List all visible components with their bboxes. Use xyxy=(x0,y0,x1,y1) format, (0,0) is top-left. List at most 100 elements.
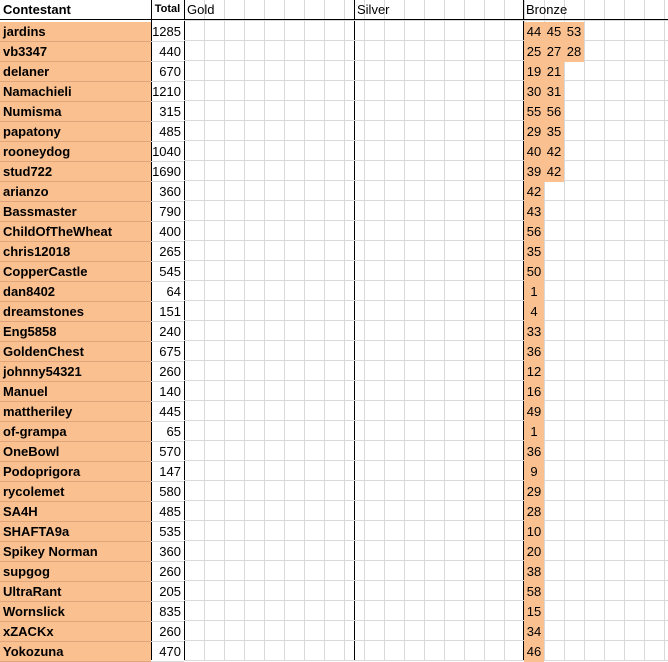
contestant-name[interactable]: SA4H xyxy=(0,502,151,522)
contestant-name[interactable]: stud722 xyxy=(0,162,151,182)
contestant-total[interactable]: 470 xyxy=(151,642,184,662)
contestant-name[interactable]: arianzo xyxy=(0,182,151,202)
contestant-total[interactable]: 147 xyxy=(151,462,184,482)
contestant-total[interactable]: 64 xyxy=(151,282,184,302)
bronze-medal-cell[interactable]: 25 xyxy=(524,42,544,62)
contestant-name[interactable]: Eng5858 xyxy=(0,322,151,342)
bronze-medal-cell[interactable]: 9 xyxy=(524,462,544,482)
contestant-total[interactable]: 1040 xyxy=(151,142,184,162)
header-gold[interactable]: Gold xyxy=(184,0,354,20)
contestant-name[interactable]: xZACKx xyxy=(0,622,151,642)
spreadsheet[interactable]: Contestant Total Gold Silver Bronze jard… xyxy=(0,0,668,662)
contestant-name[interactable]: vb3347 xyxy=(0,42,151,62)
contestant-name[interactable]: rooneydog xyxy=(0,142,151,162)
contestant-name[interactable]: OneBowl xyxy=(0,442,151,462)
contestant-total[interactable]: 360 xyxy=(151,542,184,562)
bronze-medal-cell[interactable]: 46 xyxy=(524,642,544,662)
bronze-medal-cell[interactable]: 50 xyxy=(524,262,544,282)
bronze-medal-cell[interactable]: 44 xyxy=(524,22,544,42)
bronze-medal-cell[interactable]: 31 xyxy=(544,82,564,102)
bronze-medal-cell[interactable]: 38 xyxy=(524,562,544,582)
bronze-medal-cell[interactable]: 29 xyxy=(524,122,544,142)
contestant-name[interactable]: ChildOfTheWheat xyxy=(0,222,151,242)
contestant-total[interactable]: 790 xyxy=(151,202,184,222)
contestant-total[interactable]: 240 xyxy=(151,322,184,342)
contestant-total[interactable]: 260 xyxy=(151,622,184,642)
contestant-name[interactable]: Podoprigora xyxy=(0,462,151,482)
bronze-medal-cell[interactable]: 35 xyxy=(524,242,544,262)
contestant-name[interactable]: Manuel xyxy=(0,382,151,402)
bronze-medal-cell[interactable]: 20 xyxy=(524,542,544,562)
contestant-name[interactable]: CopperCastle xyxy=(0,262,151,282)
contestant-total[interactable]: 65 xyxy=(151,422,184,442)
contestant-total[interactable]: 570 xyxy=(151,442,184,462)
contestant-total[interactable]: 265 xyxy=(151,242,184,262)
bronze-medal-cell[interactable]: 36 xyxy=(524,442,544,462)
bronze-medal-cell[interactable]: 10 xyxy=(524,522,544,542)
bronze-medal-cell[interactable]: 28 xyxy=(564,42,584,62)
contestant-name[interactable]: of-grampa xyxy=(0,422,151,442)
contestant-total[interactable]: 535 xyxy=(151,522,184,542)
bronze-medal-cell[interactable]: 40 xyxy=(524,142,544,162)
contestant-total[interactable]: 1285 xyxy=(151,22,184,42)
contestant-name[interactable]: johnny54321 xyxy=(0,362,151,382)
contestant-name[interactable]: Spikey Norman xyxy=(0,542,151,562)
contestant-total[interactable]: 440 xyxy=(151,42,184,62)
contestant-name[interactable]: jardins xyxy=(0,22,151,42)
bronze-medal-cell[interactable]: 55 xyxy=(524,102,544,122)
contestant-name[interactable]: GoldenChest xyxy=(0,342,151,362)
bronze-medal-cell[interactable]: 28 xyxy=(524,502,544,522)
contestant-name[interactable]: chris12018 xyxy=(0,242,151,262)
bronze-medal-cell[interactable]: 4 xyxy=(524,302,544,322)
contestant-name[interactable]: UltraRant xyxy=(0,582,151,602)
contestant-total[interactable]: 485 xyxy=(151,122,184,142)
contestant-total[interactable]: 360 xyxy=(151,182,184,202)
contestant-name[interactable]: papatony xyxy=(0,122,151,142)
bronze-medal-cell[interactable]: 49 xyxy=(524,402,544,422)
bronze-medal-cell[interactable]: 45 xyxy=(544,22,564,42)
bronze-medal-cell[interactable]: 43 xyxy=(524,202,544,222)
bronze-medal-cell[interactable]: 39 xyxy=(524,162,544,182)
contestant-name[interactable]: dan8402 xyxy=(0,282,151,302)
header-bronze[interactable]: Bronze xyxy=(523,0,668,20)
bronze-medal-cell[interactable]: 36 xyxy=(524,342,544,362)
header-total[interactable]: Total xyxy=(151,0,184,20)
contestant-name[interactable]: Yokozuna xyxy=(0,642,151,662)
bronze-medal-cell[interactable]: 53 xyxy=(564,22,584,42)
bronze-medal-cell[interactable]: 16 xyxy=(524,382,544,402)
bronze-medal-cell[interactable]: 1 xyxy=(524,422,544,442)
contestant-name[interactable]: dreamstones xyxy=(0,302,151,322)
header-silver[interactable]: Silver xyxy=(354,0,524,20)
bronze-medal-cell[interactable]: 35 xyxy=(544,122,564,142)
contestant-name[interactable]: supgog xyxy=(0,562,151,582)
contestant-total[interactable]: 485 xyxy=(151,502,184,522)
contestant-name[interactable]: Bassmaster xyxy=(0,202,151,222)
contestant-total[interactable]: 151 xyxy=(151,302,184,322)
contestant-total[interactable]: 260 xyxy=(151,362,184,382)
bronze-medal-cell[interactable]: 42 xyxy=(544,162,564,182)
contestant-total[interactable]: 545 xyxy=(151,262,184,282)
bronze-medal-cell[interactable]: 42 xyxy=(544,142,564,162)
bronze-medal-cell[interactable]: 19 xyxy=(524,62,544,82)
bronze-medal-cell[interactable]: 12 xyxy=(524,362,544,382)
header-contestant[interactable]: Contestant xyxy=(0,0,151,20)
contestant-total[interactable]: 445 xyxy=(151,402,184,422)
bronze-medal-cell[interactable]: 56 xyxy=(524,222,544,242)
contestant-total[interactable]: 315 xyxy=(151,102,184,122)
contestant-name[interactable]: rycolemet xyxy=(0,482,151,502)
contestant-total[interactable]: 400 xyxy=(151,222,184,242)
contestant-total[interactable]: 1690 xyxy=(151,162,184,182)
contestant-name[interactable]: SHAFTA9a xyxy=(0,522,151,542)
contestant-name[interactable]: delaner xyxy=(0,62,151,82)
contestant-total[interactable]: 260 xyxy=(151,562,184,582)
contestant-name[interactable]: Numisma xyxy=(0,102,151,122)
contestant-name[interactable]: Namachieli xyxy=(0,82,151,102)
contestant-name[interactable]: Wornslick xyxy=(0,602,151,622)
bronze-medal-cell[interactable]: 56 xyxy=(544,102,564,122)
bronze-medal-cell[interactable]: 33 xyxy=(524,322,544,342)
bronze-medal-cell[interactable]: 1 xyxy=(524,282,544,302)
bronze-medal-cell[interactable]: 30 xyxy=(524,82,544,102)
contestant-total[interactable]: 140 xyxy=(151,382,184,402)
bronze-medal-cell[interactable]: 21 xyxy=(544,62,564,82)
bronze-medal-cell[interactable]: 34 xyxy=(524,622,544,642)
